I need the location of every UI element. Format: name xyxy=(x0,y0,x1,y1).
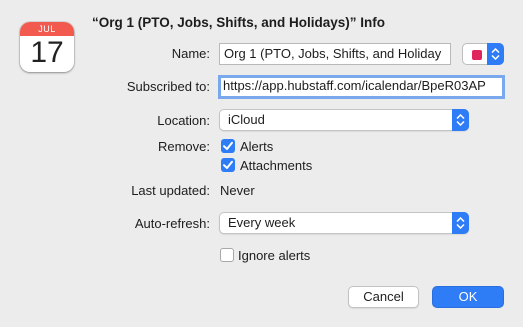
subscribed-label: Subscribed to: xyxy=(126,79,210,94)
remove-label: Remove: xyxy=(157,139,210,154)
name-field[interactable]: Org 1 (PTO, Jobs, Shifts, and Holiday xyxy=(219,43,451,65)
last-updated-value: Never xyxy=(220,183,255,198)
autorefresh-label: Auto-refresh: xyxy=(134,216,210,231)
alerts-label: Alerts xyxy=(240,139,274,154)
ok-button[interactable]: OK xyxy=(432,286,504,308)
dialog-title: “Org 1 (PTO, Jobs, Shifts, and Holidays)… xyxy=(92,15,386,30)
attachments-label: Attachments xyxy=(240,158,313,173)
calendar-icon-day: 17 xyxy=(30,36,64,69)
ignore-alerts-label: Ignore alerts xyxy=(238,248,311,263)
name-label: Name: xyxy=(171,46,210,61)
location-chevrons-icon xyxy=(452,109,469,131)
calendar-color-button[interactable] xyxy=(462,43,504,65)
last-updated-label: Last updated: xyxy=(131,183,210,198)
subscribed-url-field[interactable]: https://app.hubstaff.com/icalendar/BpeR0… xyxy=(218,75,505,99)
calendar-icon-month: JUL xyxy=(20,22,74,36)
autorefresh-popup[interactable]: Every week xyxy=(219,212,469,234)
alerts-checkbox[interactable] xyxy=(221,139,235,153)
autorefresh-value: Every week xyxy=(228,215,296,230)
checkmark-icon xyxy=(223,141,233,150)
location-label: Location: xyxy=(157,113,210,128)
autorefresh-chevrons-icon xyxy=(452,212,469,234)
cancel-button[interactable]: Cancel xyxy=(348,286,419,308)
ignore-alerts-checkbox[interactable] xyxy=(220,248,234,262)
checkmark-icon xyxy=(223,160,233,169)
location-popup[interactable]: iCloud xyxy=(219,109,469,131)
calendar-icon: JUL 17 xyxy=(20,22,74,72)
attachments-checkbox[interactable] xyxy=(221,158,235,172)
location-value: iCloud xyxy=(228,112,265,127)
calendar-color-swatch xyxy=(472,50,482,60)
color-popup-chevrons-icon xyxy=(487,43,504,65)
